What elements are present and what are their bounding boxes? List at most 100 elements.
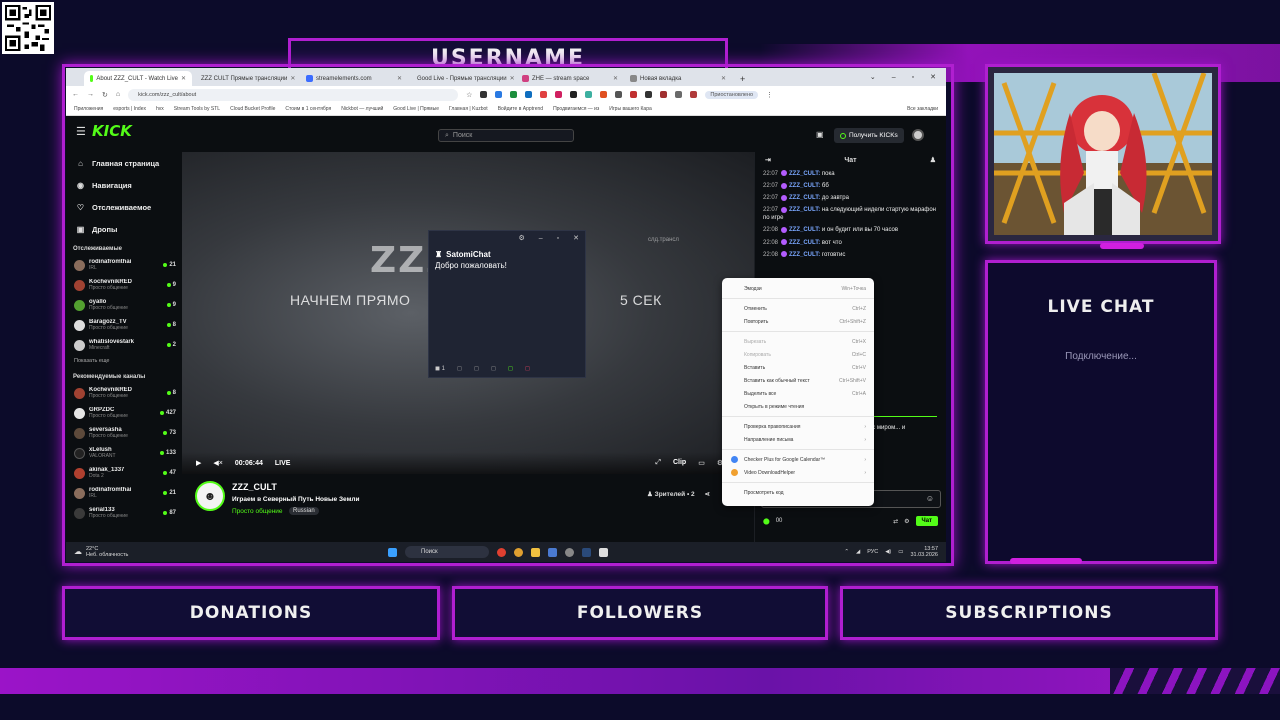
network-icon[interactable]: ◢ xyxy=(856,549,860,555)
tab-streamelements[interactable]: streamelements.com ✕ xyxy=(300,71,408,86)
channel-item[interactable]: xLelush VALORANT 133 xyxy=(66,443,182,463)
theater-icon[interactable]: ▭ xyxy=(698,459,705,467)
home-icon[interactable]: ⌂ xyxy=(116,91,120,98)
settings-icon[interactable]: ⚙ xyxy=(518,234,524,242)
menu-dots-icon[interactable]: ⋮ xyxy=(766,91,773,99)
back-icon[interactable]: ← xyxy=(72,91,79,98)
avatar[interactable]: ☻ xyxy=(195,481,225,511)
extension-icon[interactable] xyxy=(600,91,608,98)
windows-start-icon[interactable] xyxy=(388,547,397,557)
get-kicks-button[interactable]: Получить KICKs xyxy=(834,128,904,143)
channel-item[interactable]: Baragozz_TV Просто общение 8 xyxy=(66,315,182,335)
close-icon[interactable]: ✕ xyxy=(181,75,186,82)
language-tag[interactable]: Russian xyxy=(289,507,319,515)
extension-icon[interactable] xyxy=(510,91,518,98)
clip-icon[interactable]: ⤢ xyxy=(655,459,661,467)
collapse-icon[interactable]: ⇥ xyxy=(765,156,771,164)
extension-icon[interactable] xyxy=(525,91,533,98)
profile-paused-pill[interactable]: Приостановлено xyxy=(705,90,759,99)
show-more-link[interactable]: Показать еще xyxy=(66,355,182,368)
bookmark-item[interactable]: Nickbot — лучший xyxy=(341,106,383,112)
bookmark-item[interactable]: Войдите в Apptrend xyxy=(498,106,543,112)
extension-icon[interactable] xyxy=(570,91,578,98)
nav-browse[interactable]: ◉ Навигация xyxy=(66,174,182,196)
channel-item[interactable]: oyallo Просто общение 9 xyxy=(66,295,182,315)
menu-item-emoji[interactable]: Эмодзи Win+Точка xyxy=(722,282,874,295)
tab-zhe[interactable]: ZHE — stream space ✕ xyxy=(516,71,624,86)
maximize-icon[interactable]: ▫ xyxy=(912,74,914,81)
nav-home[interactable]: ⌂ Главная страница xyxy=(66,152,182,174)
tab-good-live[interactable]: Good Live - Прямые трансляции ✕ xyxy=(408,71,516,86)
bookmark-item[interactable]: esports | Index xyxy=(113,106,146,112)
avatar[interactable] xyxy=(912,129,924,141)
bookmark-item[interactable]: Good Live | Прямые xyxy=(393,106,439,112)
folder-icon[interactable] xyxy=(531,547,540,557)
extension-icon[interactable] xyxy=(495,91,503,98)
close-icon[interactable]: ✕ xyxy=(930,73,936,81)
theme-icon[interactable]: ▣ xyxy=(816,130,824,139)
bookmark-item[interactable]: Главная | Kuzbot xyxy=(449,106,488,112)
play-icon[interactable]: ▶ xyxy=(196,459,201,467)
bookmark-item[interactable]: hvx xyxy=(156,106,164,112)
users-icon[interactable]: ♟ xyxy=(930,156,936,164)
steam-icon[interactable] xyxy=(582,547,591,557)
extension-icon[interactable] xyxy=(555,91,563,98)
menu-icon[interactable]: ☰ xyxy=(76,125,92,138)
bookmark-item[interactable]: Продвигаемся — из xyxy=(553,106,599,112)
chrome-profile-icon[interactable] xyxy=(514,547,523,557)
extension-icon[interactable] xyxy=(690,91,698,98)
close-icon[interactable]: ✕ xyxy=(721,75,726,82)
menu-item-select-all[interactable]: Выделить все Ctrl+A xyxy=(722,387,874,400)
menu-item-redo[interactable]: Повторить Ctrl+Shift+Z xyxy=(722,315,874,328)
kick-logo[interactable]: KICK xyxy=(92,122,132,140)
app-icon[interactable] xyxy=(548,547,557,557)
close-icon[interactable]: ✕ xyxy=(290,75,295,82)
reload-icon[interactable]: ↻ xyxy=(102,91,108,99)
menu-item-video-downloadhelper[interactable]: Video DownloadHelper › xyxy=(722,466,874,479)
nav-following[interactable]: ♡ Отслеживаемое xyxy=(66,196,182,218)
send-chat-button[interactable]: Чат xyxy=(915,516,938,526)
channel-item[interactable]: serial133 Просто общение 87 xyxy=(66,503,182,523)
minimize-icon[interactable]: – xyxy=(892,74,896,81)
channel-item[interactable]: akinak_1337 Dota 2 47 xyxy=(66,463,182,483)
tab-zzz-cult[interactable]: ZZZ CULT Прямые трансляции ✕ xyxy=(192,71,300,86)
streamer-name[interactable]: ZZZ_CULT xyxy=(232,482,277,492)
bookmark-item[interactable]: Игры вашего Кара xyxy=(609,106,652,112)
close-icon[interactable]: ✕ xyxy=(613,75,618,82)
extension-icon[interactable] xyxy=(585,91,593,98)
channel-item[interactable]: whatislovestark Minecraft 2 xyxy=(66,335,182,355)
extension-icon[interactable] xyxy=(630,91,638,98)
extension-icon[interactable] xyxy=(660,91,668,98)
address-bar[interactable]: kick.com/zzz_cult/about xyxy=(128,88,459,101)
bookmark-item[interactable]: Stream Tools by STL xyxy=(174,106,220,112)
language-indicator[interactable]: РУС xyxy=(867,549,878,555)
channel-item[interactable]: KochevnikRED Просто общение 8 xyxy=(66,383,182,403)
emoji-icon[interactable]: ☺ xyxy=(926,494,934,503)
close-icon[interactable]: ✕ xyxy=(397,75,402,82)
menu-item-writing-direction[interactable]: Направление письма › xyxy=(722,433,874,446)
share-icon[interactable]: ⋖ xyxy=(704,491,709,498)
mute-icon[interactable]: ◀× xyxy=(213,459,222,467)
search-input[interactable]: ⌕ Поиск xyxy=(438,129,574,142)
channel-item[interactable]: rodinafromthai IRL 21 xyxy=(66,483,182,503)
extension-icon[interactable] xyxy=(675,91,683,98)
channel-item[interactable]: KochevnikRED Просто общение 9 xyxy=(66,275,182,295)
nav-drops[interactable]: ▣ Дропы xyxy=(66,218,182,240)
close-icon[interactable]: ✕ xyxy=(573,234,579,242)
maximize-icon[interactable]: ▫ xyxy=(557,235,559,242)
clip-button[interactable]: Clip xyxy=(673,459,686,467)
extension-icon[interactable] xyxy=(480,91,488,98)
chrome-icon[interactable] xyxy=(497,547,506,557)
bookmark-item[interactable]: Все закладки xyxy=(907,106,938,112)
clock[interactable]: 13:57 31.03.2026 xyxy=(910,546,938,558)
menu-item-paste-plain[interactable]: Вставить как обычный текст Ctrl+Shift+V xyxy=(722,374,874,387)
channel-item[interactable]: GRPZDC Просто общение 427 xyxy=(66,403,182,423)
menu-item-spellcheck[interactable]: Проверка правописания › xyxy=(722,420,874,433)
stream-category[interactable]: Просто общение xyxy=(232,508,283,515)
channel-item[interactable]: seversasha Просто общение 73 xyxy=(66,423,182,443)
obs-icon[interactable] xyxy=(565,547,574,557)
settings-icon[interactable]: ⚙ xyxy=(904,518,909,525)
satomichat-taskbar-icon[interactable] xyxy=(599,547,608,557)
taskbar-search[interactable]: Поиск xyxy=(405,546,489,558)
menu-item-copy[interactable]: Копировать Ctrl+C xyxy=(722,348,874,361)
